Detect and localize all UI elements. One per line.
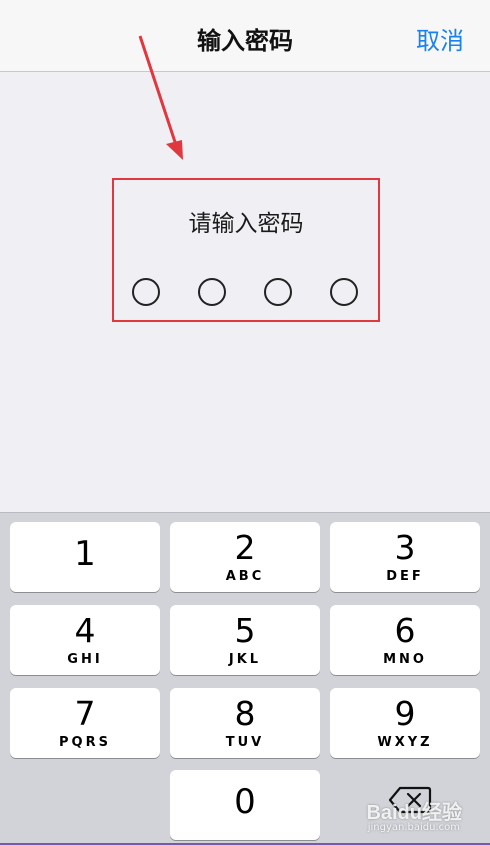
- key-letters: TUV: [225, 735, 265, 750]
- key-7[interactable]: 7 PQRS: [10, 688, 160, 758]
- key-digit: 5: [234, 611, 256, 650]
- key-digit: 4: [74, 611, 96, 650]
- key-digit: 2: [234, 528, 256, 567]
- key-5[interactable]: 5 JKL: [170, 605, 320, 675]
- pin-dot: [198, 278, 226, 306]
- key-digit: 3: [394, 528, 416, 567]
- watermark-brand: Baidu经验: [366, 802, 462, 824]
- key-3[interactable]: 3 DEF: [330, 522, 480, 592]
- key-digit: 8: [234, 694, 256, 733]
- pin-dots: [132, 278, 362, 308]
- key-6[interactable]: 6 MNO: [330, 605, 480, 675]
- key-letters: JKL: [228, 652, 262, 667]
- key-8[interactable]: 8 TUV: [170, 688, 320, 758]
- pin-entry-highlight: 请输入密码: [112, 178, 380, 322]
- key-2[interactable]: 2 ABC: [170, 522, 320, 592]
- key-0[interactable]: 0: [170, 770, 320, 840]
- key-digit: 9: [394, 694, 416, 733]
- watermark-url: jingyan.baidu.com: [367, 822, 460, 833]
- annotation-arrow-icon: [138, 35, 183, 160]
- pin-dot: [132, 278, 160, 306]
- key-letters: WXYZ: [377, 735, 433, 750]
- key-letters: MNO: [383, 652, 427, 667]
- key-letters: GHI: [67, 652, 103, 667]
- key-letters: PQRS: [59, 735, 111, 750]
- key-digit: 6: [394, 611, 416, 650]
- key-letters: DEF: [386, 569, 424, 584]
- pin-dot: [264, 278, 292, 306]
- key-digit: 7: [74, 694, 96, 733]
- key-1[interactable]: 1: [10, 522, 160, 592]
- key-digit: 0: [234, 782, 256, 822]
- key-4[interactable]: 4 GHI: [10, 605, 160, 675]
- key-digit: 1: [74, 534, 96, 574]
- key-9[interactable]: 9 WXYZ: [330, 688, 480, 758]
- pin-prompt: 请输入密码: [188, 211, 304, 237]
- pin-dot: [330, 278, 358, 306]
- key-letters: ABC: [225, 569, 265, 584]
